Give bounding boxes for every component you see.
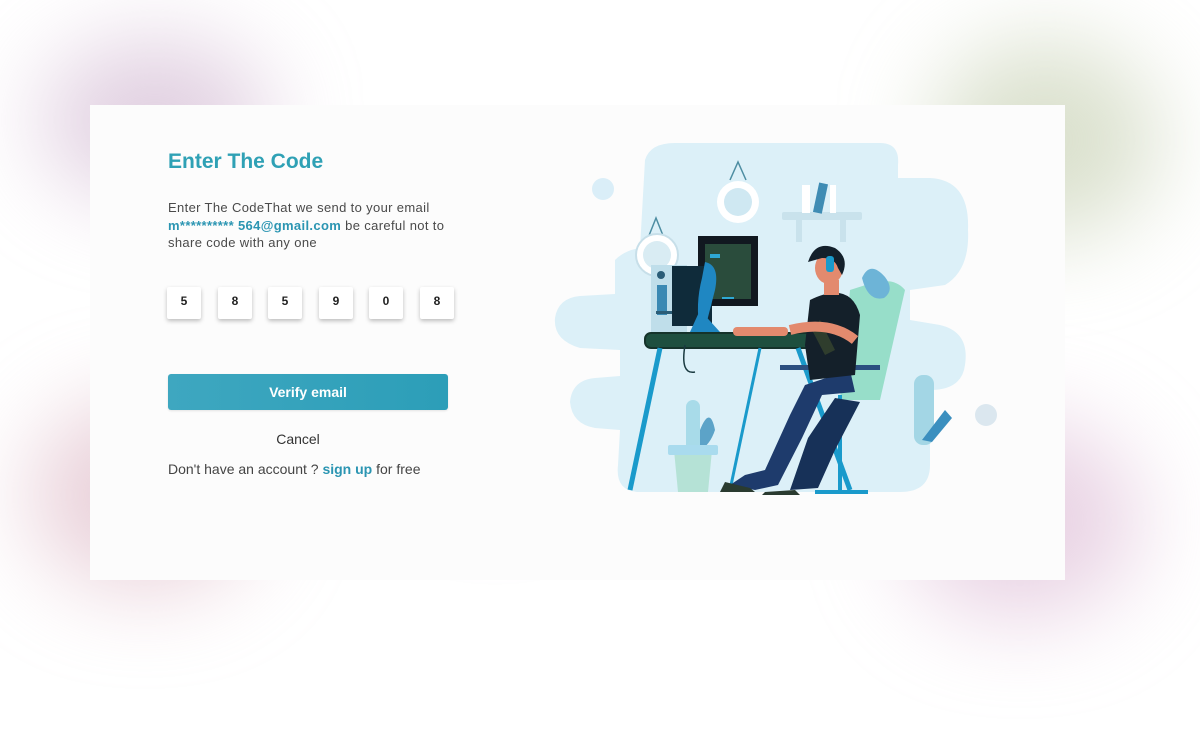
page-title: Enter The Code [168, 150, 324, 173]
workspace-illustration [554, 143, 997, 495]
instruction-text: Enter The CodeThat we send to your email… [168, 199, 468, 252]
otp-digit-input-2[interactable]: 8 [218, 287, 252, 319]
signup-prompt: Don't have an account ? sign up for free [168, 461, 420, 477]
signup-prefix: Don't have an account ? [168, 461, 323, 477]
otp-digit-input-4[interactable]: 9 [319, 287, 353, 319]
sign-up-link[interactable]: sign up [322, 461, 372, 477]
otp-digit-input-5[interactable]: 0 [369, 287, 403, 319]
decorative-bubble [592, 178, 614, 200]
signup-suffix: for free [372, 461, 421, 477]
otp-digit-input-6[interactable]: 8 [420, 287, 454, 319]
otp-digit-input-3[interactable]: 5 [268, 287, 302, 319]
instruction-prefix: Enter The CodeThat we send to your email [168, 200, 430, 215]
cloud-background [554, 143, 969, 492]
cancel-link[interactable]: Cancel [168, 431, 428, 447]
verify-email-button[interactable]: Verify email [168, 374, 448, 410]
otp-digit-input-1[interactable]: 5 [167, 287, 201, 319]
decorative-bubble [975, 404, 997, 426]
masked-email: m********** 564@gmail.com [168, 217, 342, 233]
